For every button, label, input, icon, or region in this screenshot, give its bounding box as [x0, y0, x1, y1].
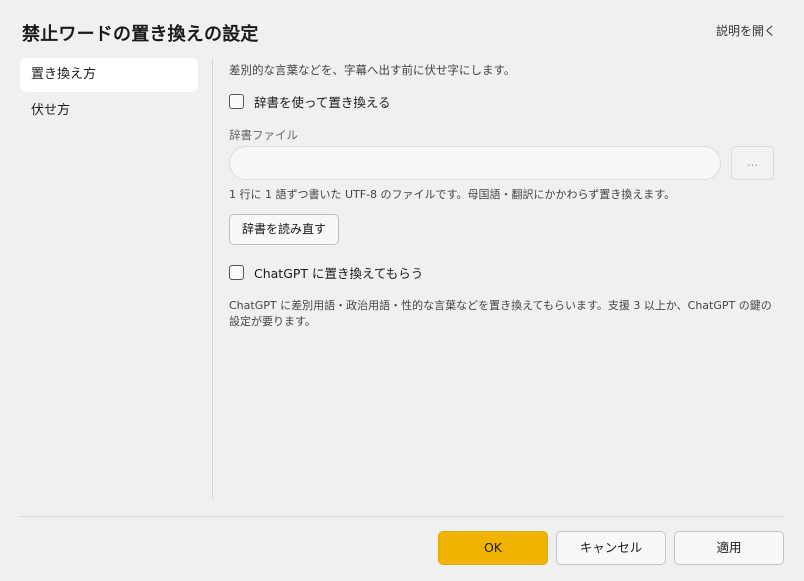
dictionary-file-label: 辞書ファイル	[229, 128, 298, 142]
dictionary-note: 1 行に 1 語ずつ書いた UTF-8 のファイルです。母国語・翻訳にかかわらず…	[229, 188, 676, 201]
apply-button[interactable]: 適用	[674, 531, 784, 565]
sidebar: 置き換え方 伏せ方	[20, 58, 198, 130]
help-link[interactable]: 説明を開く	[716, 22, 776, 39]
cancel-button[interactable]: キャンセル	[556, 531, 666, 565]
chatgpt-checkbox-row[interactable]: ChatGPT に置き換えてもらう	[229, 263, 423, 282]
sidebar-item-replace-method[interactable]: 置き換え方	[20, 58, 198, 92]
dialog-title: 禁止ワードの置き換えの設定	[22, 24, 259, 45]
dictionary-file-input[interactable]	[229, 146, 721, 180]
settings-dialog: 禁止ワードの置き換えの設定 説明を開く 置き換え方 伏せ方 差別的な言葉などを、…	[0, 0, 804, 581]
chatgpt-checkbox[interactable]	[229, 265, 244, 280]
browse-button[interactable]: ...	[731, 146, 774, 180]
reload-dictionary-button[interactable]: 辞書を読み直す	[229, 214, 340, 245]
dictionary-checkbox[interactable]	[229, 94, 244, 109]
chatgpt-checkbox-label: ChatGPT に置き換えてもらう	[254, 266, 424, 281]
footer-divider	[20, 516, 784, 517]
vertical-divider	[212, 58, 213, 500]
dictionary-checkbox-row[interactable]: 辞書を使って置き換える	[229, 92, 391, 111]
ok-button[interactable]: OK	[438, 531, 548, 565]
chatgpt-note: ChatGPT に差別用語・政治用語・性的な言葉などを置き換えてもらいます。支援…	[229, 299, 772, 328]
sidebar-item-masking-method[interactable]: 伏せ方	[20, 94, 198, 128]
dictionary-checkbox-label: 辞書を使って置き換える	[254, 95, 391, 110]
description-text: 差別的な言葉などを、字幕へ出す前に伏せ字にします。	[229, 63, 516, 77]
